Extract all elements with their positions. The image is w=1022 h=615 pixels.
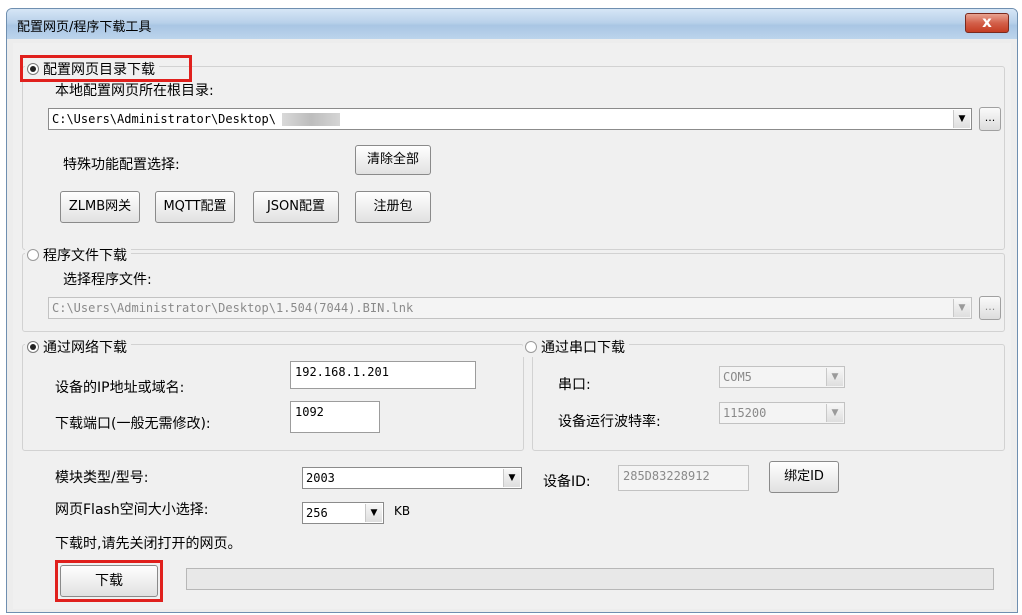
chevron-down-icon[interactable]: ▼ [826,404,843,422]
serial-option-label: 通过串口下载 [541,340,625,356]
device-id-value: 285D83228912 [623,469,710,483]
redacted-path [281,113,340,126]
register-package-button[interactable]: 注册包 [355,191,431,223]
bind-id-button[interactable]: 绑定ID [769,461,839,493]
program-file-combo[interactable]: C:\Users\Administrator\Desktop\1.504(704… [48,297,972,319]
ip-value: 192.168.1.201 [295,365,389,379]
select-file-label: 选择程序文件: [63,272,152,288]
zlmb-gateway-button[interactable]: ZLMB网关 [60,191,140,223]
serial-option[interactable]: 通过串口下载 [523,337,629,357]
json-config-button[interactable]: JSON配置 [253,191,339,223]
serial-port-label: 串口: [558,377,591,393]
window-title: 配置网页/程序下载工具 [17,20,152,35]
program-file-option[interactable]: 程序文件下载 [25,245,131,265]
flash-unit-label: KB [394,504,411,518]
special-config-label: 特殊功能配置选择: [63,157,180,173]
program-file-group [22,253,1005,332]
port-label: 下载端口(一般无需修改): [55,416,211,432]
flash-size-label: 网页Flash空间大小选择: [55,502,209,518]
network-option[interactable]: 通过网络下载 [25,337,131,357]
mqtt-config-button[interactable]: MQTT配置 [155,191,235,223]
device-id-field: 285D83228912 [618,465,749,491]
module-type-label: 模块类型/型号: [55,470,149,486]
config-download-window: 配置网页/程序下载工具 x 配置网页目录下载 本地配置网页所在根目录: C:\U… [6,8,1018,613]
serial-port-value: COM5 [723,370,752,384]
ip-label: 设备的IP地址或域名: [55,380,185,396]
serial-group [532,344,1005,451]
ip-input[interactable]: 192.168.1.201 [290,361,476,389]
chevron-down-icon[interactable]: ▼ [503,469,520,487]
module-type-combo[interactable]: 2003 ▼ [302,467,522,489]
serial-radio[interactable] [525,341,537,353]
flash-size-combo[interactable]: 256 ▼ [302,502,384,524]
module-type-value: 2003 [306,471,335,485]
root-dir-label: 本地配置网页所在根目录: [55,83,214,99]
download-progress-bar [186,568,994,590]
program-file-browse-button[interactable]: ... [979,296,1001,320]
flash-size-value: 256 [306,506,328,520]
program-file-option-label: 程序文件下载 [43,248,127,264]
device-id-label: 设备ID: [543,474,591,490]
clear-all-button[interactable]: 清除全部 [355,145,431,175]
network-option-label: 通过网络下载 [43,340,127,356]
root-dir-combo[interactable]: C:\Users\Administrator\Desktop\ ▼ [48,108,972,130]
chevron-down-icon[interactable]: ▼ [953,110,970,128]
close-button[interactable]: x [965,13,1009,33]
download-highlight [55,560,163,602]
baud-value: 115200 [723,406,767,420]
client-area: 配置网页目录下载 本地配置网页所在根目录: C:\Users\Administr… [13,43,1011,609]
root-dir-value: C:\Users\Administrator\Desktop\ [52,112,276,126]
network-radio[interactable] [27,341,39,353]
chevron-down-icon[interactable]: ▼ [365,504,382,522]
baud-combo[interactable]: 115200 ▼ [719,402,845,424]
web-config-highlight [20,55,192,82]
chevron-down-icon[interactable]: ▼ [826,368,843,386]
baud-label: 设备运行波特率: [558,414,661,430]
program-file-radio[interactable] [27,249,39,261]
program-file-value: C:\Users\Administrator\Desktop\1.504(704… [52,301,414,315]
title-bar: 配置网页/程序下载工具 x [7,9,1017,39]
port-value: 1092 [295,405,324,419]
download-note: 下载时,请先关闭打开的网页。 [55,536,242,552]
port-input[interactable]: 1092 [290,401,380,433]
root-dir-browse-button[interactable]: ... [979,107,1001,131]
serial-port-combo[interactable]: COM5 ▼ [719,366,845,388]
chevron-down-icon[interactable]: ▼ [953,299,970,317]
